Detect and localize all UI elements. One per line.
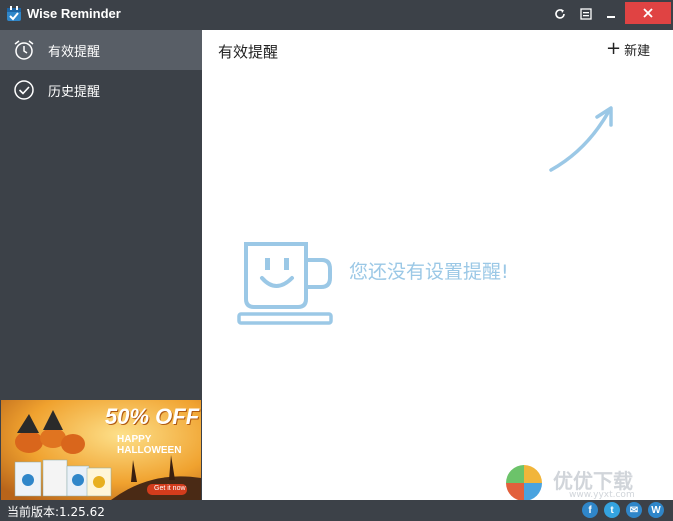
refresh-button[interactable] [549,4,571,24]
wise-button[interactable]: W [648,502,664,518]
facebook-icon: f [588,504,592,516]
arrow-up-right-icon [549,106,613,172]
coffee-cup-icon [237,242,333,325]
minimize-button[interactable] [600,4,622,24]
alarm-clock-icon [14,40,34,60]
app-title: Wise Reminder [27,6,121,21]
email-icon: ✉ [629,504,639,516]
watermark-url: www.yyxt.com [569,490,635,500]
sidebar-item-active-reminders[interactable]: 有效提醒 [0,30,202,70]
sidebar-item-history-reminders[interactable]: 历史提醒 [0,70,202,110]
calendar-check-icon [7,6,21,21]
wise-icon: W [651,504,661,516]
watermark: 优优下载 www.yyxt.com [497,463,657,503]
twitter-icon: t [610,504,614,516]
promo-banner[interactable]: 50% OFF HAPPY HALLOWEEN Get it now [1,400,201,500]
plus-icon: + [606,38,622,59]
new-reminder-button[interactable]: + 新建 [606,39,650,59]
email-button[interactable]: ✉ [626,502,642,518]
refresh-icon [555,9,565,19]
twitter-button[interactable]: t [604,502,620,518]
page-title: 有效提醒 [218,43,279,61]
promo-cta: Get it now [154,485,186,492]
sidebar-item-label: 历史提醒 [48,85,101,100]
sidebar-item-label: 有效提醒 [48,45,101,60]
minimize-icon [607,16,615,18]
facebook-button[interactable]: f [582,502,598,518]
main-panel: 有效提醒 + 新建 您还没有设置提醒! [202,30,673,500]
promo-headline: 50% OFF [105,404,200,429]
promo-subtitle: HAPPY HALLOWEEN [117,434,182,456]
version-label: 当前版本:1.25.62 [7,505,105,519]
empty-state-message: 您还没有设置提醒! [349,261,509,283]
close-icon [643,8,653,18]
menu-icon [580,8,592,20]
close-button[interactable] [625,2,671,24]
watermark-logo-icon [506,465,542,501]
title-bar: Wise Reminder [0,0,673,30]
new-reminder-label: 新建 [624,43,651,59]
menu-button[interactable] [575,4,597,24]
status-bar: 当前版本:1.25.62 f t ✉ W [0,500,673,521]
check-circle-icon [14,80,34,100]
